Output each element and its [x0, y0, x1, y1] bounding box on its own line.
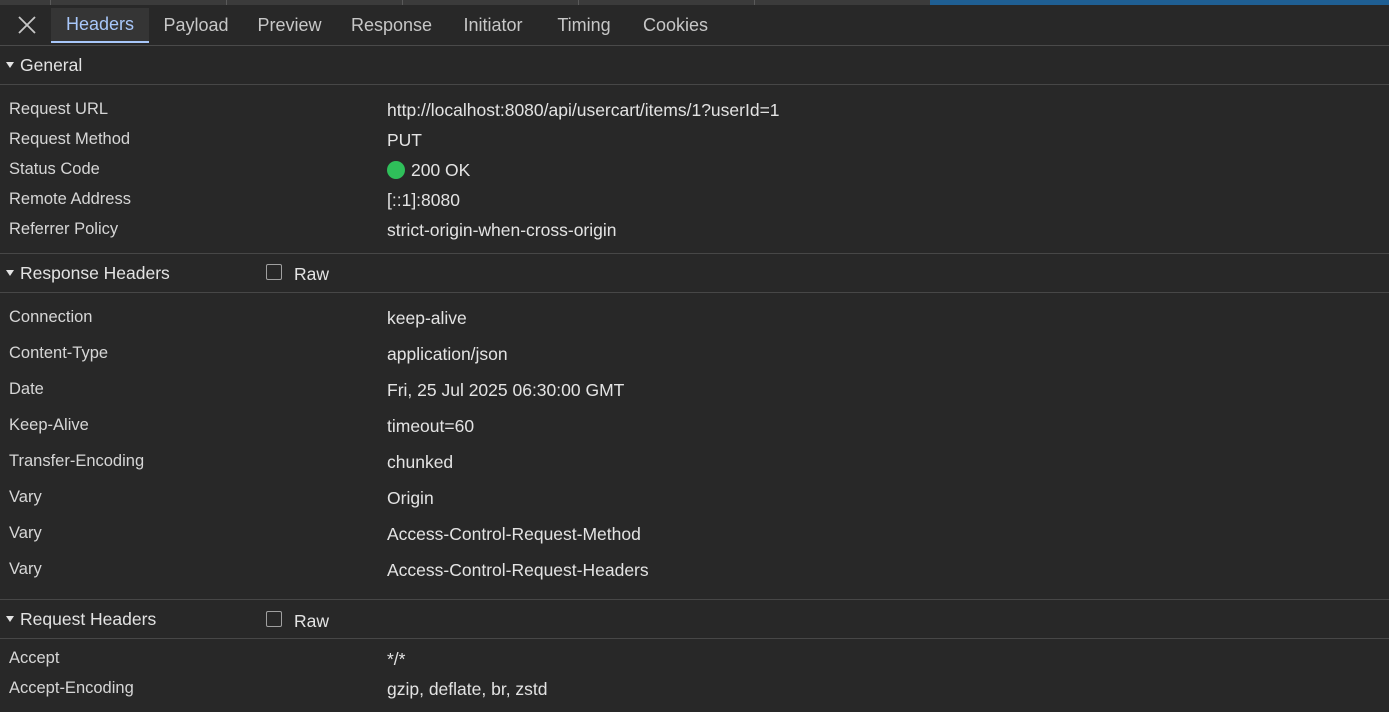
raw-checkbox-request[interactable]	[266, 611, 282, 627]
header-key: Date	[9, 380, 44, 398]
header-key: Vary	[9, 560, 42, 578]
raw-checkbox-response[interactable]	[266, 264, 282, 280]
header-value: Fri, 25 Jul 2025 06:30:00 GMT	[387, 380, 625, 400]
header-row: Date Fri, 25 Jul 2025 06:30:00 GMT	[0, 377, 1389, 403]
section-response-headers-header[interactable]: Response Headers	[0, 254, 1389, 293]
triangle-down-icon	[6, 616, 14, 622]
header-row: Keep-Alive timeout=60	[0, 413, 1389, 439]
raw-label[interactable]: Raw	[294, 611, 329, 632]
header-row: Accept */*	[0, 646, 1389, 672]
header-row: Vary Access-Control-Request-Method	[0, 521, 1389, 547]
header-row: Accept-Encoding gzip, deflate, br, zstd	[0, 676, 1389, 702]
header-row: Request Method PUT	[0, 127, 1389, 153]
header-value: */*	[387, 649, 406, 669]
tab-label: Headers	[65, 14, 135, 34]
tab-initiator[interactable]: Initiator	[447, 8, 539, 43]
header-value: [::1]:8080	[387, 190, 460, 210]
header-value: http://localhost:8080/api/usercart/items…	[387, 100, 780, 120]
header-key: Request Method	[9, 130, 131, 148]
header-value: application/json	[387, 344, 508, 364]
header-key: Status Code	[9, 160, 100, 178]
header-row: Remote Address [::1]:8080	[0, 187, 1389, 213]
header-value: Access-Control-Request-Method	[387, 524, 641, 544]
header-row: Request URL http://localhost:8080/api/us…	[0, 97, 1389, 123]
header-row: Content-Type application/json	[0, 341, 1389, 367]
tab-label: Payload	[163, 15, 229, 35]
header-value: keep-alive	[387, 308, 467, 328]
tab-label: Initiator	[463, 15, 523, 35]
header-row: Vary Access-Control-Request-Headers	[0, 557, 1389, 583]
header-key: Request URL	[9, 100, 109, 118]
header-key: Vary	[9, 488, 42, 506]
header-value: chunked	[387, 452, 454, 472]
tab-label: Response	[350, 15, 433, 35]
header-key: Content-Type	[9, 344, 109, 362]
header-row: Referrer Policy strict-origin-when-cross…	[0, 217, 1389, 243]
status-value: 200 OK	[387, 160, 470, 181]
section-title: Request Headers	[20, 608, 157, 629]
header-row: Vary Origin	[0, 485, 1389, 511]
triangle-down-icon	[6, 270, 14, 276]
header-row: Transfer-Encoding chunked	[0, 449, 1389, 475]
header-value: strict-origin-when-cross-origin	[387, 220, 617, 240]
header-key: Keep-Alive	[9, 416, 89, 434]
header-value: gzip, deflate, br, zstd	[387, 679, 548, 699]
header-key: Accept-Encoding	[9, 679, 134, 697]
tab-timing[interactable]: Timing	[541, 8, 627, 43]
tab-response[interactable]: Response	[338, 8, 445, 43]
section-request-headers-header[interactable]: Request Headers	[0, 600, 1389, 639]
section-general-header[interactable]: General	[0, 46, 1389, 85]
close-icon	[18, 16, 36, 34]
tab-label: Preview	[257, 15, 322, 35]
details-tabbar: Headers Payload Preview Response Initiat…	[0, 5, 1389, 46]
tab-label: Timing	[557, 15, 611, 35]
header-value: PUT	[387, 130, 422, 150]
header-row: Status Code 200 OK	[0, 157, 1389, 183]
header-key: Referrer Policy	[9, 220, 119, 238]
tab-cookies[interactable]: Cookies	[629, 8, 722, 43]
tab-headers[interactable]: Headers	[51, 8, 149, 43]
header-key: Transfer-Encoding	[9, 452, 145, 470]
header-value: Access-Control-Request-Headers	[387, 560, 649, 580]
header-row: Connection keep-alive	[0, 305, 1389, 331]
header-key: Vary	[9, 524, 42, 542]
section-title: General	[20, 54, 83, 75]
header-value: Origin	[387, 488, 434, 508]
raw-label[interactable]: Raw	[294, 264, 329, 285]
header-key: Remote Address	[9, 190, 131, 208]
header-key: Accept	[9, 649, 60, 667]
status-text: 200 OK	[411, 160, 471, 180]
header-key: Connection	[9, 308, 93, 326]
tab-preview[interactable]: Preview	[243, 8, 336, 43]
status-ok-icon	[387, 161, 405, 179]
section-title: Response Headers	[20, 262, 170, 283]
tab-payload[interactable]: Payload	[151, 8, 241, 43]
triangle-down-icon	[6, 62, 14, 68]
close-button[interactable]	[8, 9, 46, 41]
header-value: timeout=60	[387, 416, 475, 436]
tab-label: Cookies	[642, 15, 709, 35]
